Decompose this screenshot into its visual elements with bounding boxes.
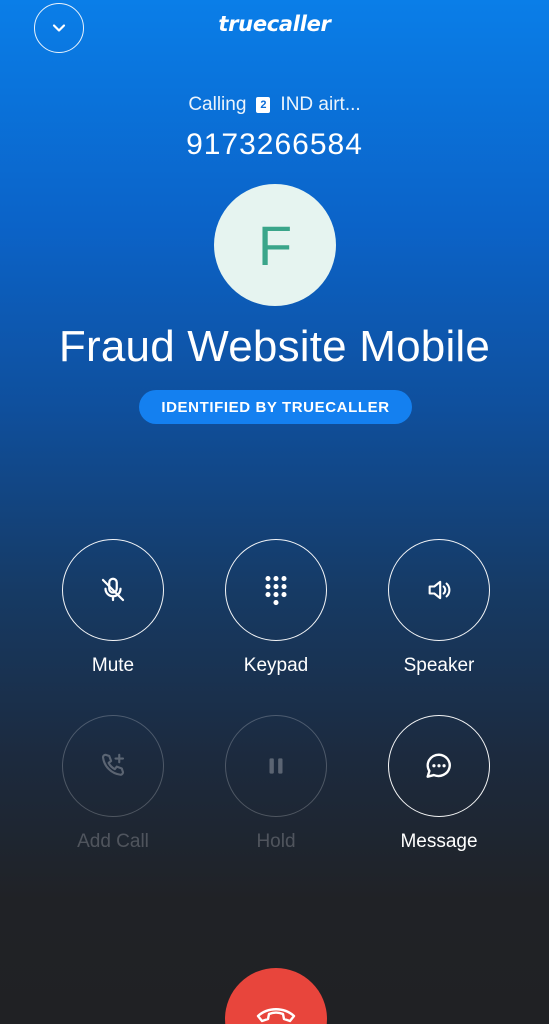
mute-button[interactable]: Mute [53, 539, 173, 677]
hold-label: Hold [256, 831, 296, 852]
identified-badge: IDENTIFIED BY TRUECALLER [139, 390, 412, 424]
call-status-text: Calling [188, 94, 247, 115]
add-call-button[interactable]: Add Call [53, 715, 173, 853]
avatar-letter: F [257, 213, 293, 277]
keypad-button[interactable]: Keypad [216, 539, 336, 677]
carrier-name: IND airt... [280, 94, 361, 115]
caller-name: Fraud Website Mobile [58, 322, 491, 371]
hold-button[interactable]: Hold [216, 715, 336, 853]
speaker-label: Speaker [403, 655, 475, 676]
mic-off-icon [101, 577, 125, 602]
keypad-label: Keypad [243, 655, 309, 676]
message-label: Message [400, 831, 478, 852]
speaker-button[interactable]: Speaker [379, 539, 499, 677]
speaker-circle[interactable] [388, 539, 490, 641]
call-status-line: Calling 2 IND airt... [0, 94, 549, 116]
add-call-label: Add Call [77, 831, 149, 852]
mute-circle[interactable] [62, 539, 164, 641]
avatar: F [214, 184, 336, 306]
chat-bubble-icon [426, 753, 451, 778]
phone-add-icon [101, 753, 125, 776]
app-brand-logo: truecaller [218, 12, 331, 36]
keypad-circle[interactable] [225, 539, 327, 641]
dialpad-icon [265, 576, 287, 606]
message-circle[interactable] [388, 715, 490, 817]
mute-label: Mute [91, 655, 135, 676]
sim-icon: 2 [256, 97, 271, 113]
end-call-button[interactable] [225, 968, 327, 1024]
hold-circle[interactable] [225, 715, 327, 817]
message-button[interactable]: Message [379, 715, 499, 853]
add-call-circle[interactable] [62, 715, 164, 817]
phone-number: 9173266584 [186, 128, 363, 161]
pause-icon [269, 758, 283, 774]
phone-hangup-icon [256, 1008, 296, 1023]
speaker-icon [428, 580, 451, 600]
